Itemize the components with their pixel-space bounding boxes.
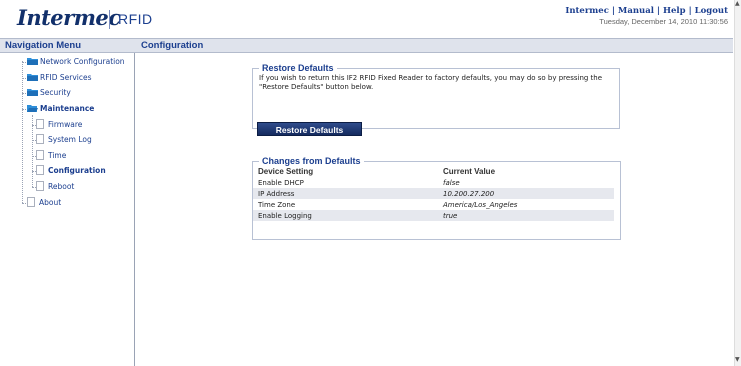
link-manual[interactable]: Manual [618,6,654,16]
sidebar-item-configuration[interactable]: Configuration [36,165,106,177]
sidebar-item-label: Firmware [48,120,83,129]
folder-icon [27,89,38,96]
navigation-sidebar: Network Configuration RFID Services Secu… [0,53,135,366]
logo-divider [109,10,110,29]
scroll-up-arrow-icon[interactable]: ▲ [735,0,740,7]
sidebar-item-label: Security [40,88,71,97]
scroll-down-arrow-icon[interactable]: ▼ [735,356,740,363]
table-header-row: Device Setting Current Value [253,165,614,177]
link-help[interactable]: Help [663,6,686,16]
restore-defaults-button[interactable]: Restore Defaults [257,122,362,136]
changes-table: Device Setting Current Value Enable DHCP… [253,165,614,221]
sidebar-item-label: Configuration [48,166,106,175]
setting-cell: Enable DHCP [258,178,304,187]
table-row: Enable Logging true [253,210,614,221]
header-datetime: Tuesday, December 14, 2010 11:30:56 [599,17,728,26]
page-icon [36,119,44,129]
page-icon [36,150,44,160]
page-icon [36,134,44,144]
sidebar-item-label: Reboot [48,182,75,191]
tree-line [22,61,23,203]
value-cell: America/Los_Angeles [443,200,518,209]
restore-defaults-description: If you wish to return this IF2 RFID Fixe… [259,74,603,91]
sidebar-item-reboot[interactable]: Reboot [36,181,74,193]
value-cell: true [438,210,614,221]
value-cell: false [443,178,460,187]
restore-defaults-legend: Restore Defaults [262,63,334,73]
sidebar-item-security[interactable]: Security [27,87,71,99]
setting-cell: Enable Logging [253,210,438,221]
sidebar-item-label: RFID Services [40,73,92,82]
intermec-logo: Intermec [17,5,121,30]
product-name: RFID [118,11,153,27]
page-title: Configuration [136,38,733,53]
column-header-current-value: Current Value [443,166,496,176]
page-header: Intermec RFID Intermec | Manual | Help |… [0,0,734,38]
sidebar-item-label: Time [48,151,67,160]
setting-cell: IP Address [253,188,438,199]
setting-cell: Time Zone [258,200,296,209]
sidebar-item-label: Network Configuration [40,57,125,66]
link-intermec[interactable]: Intermec [565,6,609,16]
sidebar-item-label: Maintenance [40,104,95,113]
folder-open-icon [27,105,38,112]
sidebar-item-label: About [39,198,62,207]
sidebar-item-system-log[interactable]: System Log [36,134,92,146]
page-icon [36,181,44,191]
page-icon [27,197,35,207]
folder-icon [27,74,38,81]
link-separator: | [688,6,692,16]
changes-from-defaults-legend: Changes from Defaults [262,156,361,166]
restore-defaults-panel: Restore Defaults If you wish to return t… [252,63,620,136]
navigation-menu-title: Navigation Menu [0,38,140,53]
column-header-device-setting: Device Setting [258,166,314,176]
link-logout[interactable]: Logout [695,6,728,16]
sidebar-item-time[interactable]: Time [36,150,66,162]
link-separator: | [611,6,615,16]
top-links: Intermec | Manual | Help | Logout [565,6,728,16]
table-row: Time Zone America/Los_Angeles [253,199,614,210]
sidebar-item-firmware[interactable]: Firmware [36,119,82,131]
sidebar-item-about[interactable]: About [27,197,61,209]
table-row: IP Address 10.200.27.200 [253,188,614,199]
link-separator: | [656,6,660,16]
sidebar-item-network-configuration[interactable]: Network Configuration [27,56,125,68]
sidebar-item-maintenance[interactable]: Maintenance [27,103,94,115]
changes-from-defaults-panel: Changes from Defaults Device Setting Cur… [252,156,621,240]
page-icon [36,165,44,175]
vertical-scrollbar[interactable] [734,0,741,366]
sidebar-item-rfid-services[interactable]: RFID Services [27,72,92,84]
folder-icon [27,58,38,65]
table-row: Enable DHCP false [253,177,614,188]
value-cell: 10.200.27.200 [438,188,614,199]
sidebar-item-label: System Log [48,135,92,144]
main-content: Restore Defaults If you wish to return t… [135,53,734,366]
